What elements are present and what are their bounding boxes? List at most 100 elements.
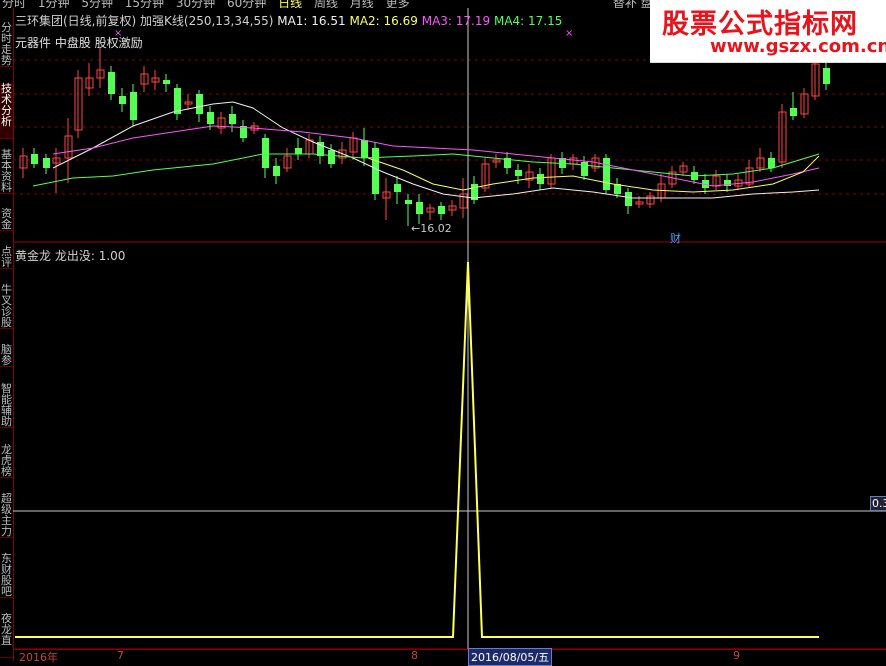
candle-body	[625, 192, 632, 206]
sidebar-item-smart[interactable]: 智能辅助	[0, 383, 13, 428]
sidebar-item-comment[interactable]: 点评	[0, 246, 13, 269]
candle-body	[31, 154, 38, 164]
candle-body	[537, 174, 544, 184]
tab-more[interactable]: 更多	[386, 0, 410, 8]
candle	[525, 164, 534, 188]
candle	[504, 152, 511, 174]
candle	[151, 70, 160, 90]
sidebar-item-tech[interactable]: 技术分析	[0, 83, 13, 139]
low-price-annotation: ←16.02	[411, 222, 452, 235]
ma1-value: MA1: 16.51	[277, 14, 346, 28]
sidebar-item-fenshi[interactable]: 分时走势	[0, 22, 13, 67]
kline-chart[interactable]: × ×	[13, 8, 886, 661]
tab-5min[interactable]: 5分钟	[81, 0, 113, 8]
candle	[734, 174, 743, 190]
candle	[361, 128, 368, 166]
candle	[394, 176, 401, 204]
candle-body	[130, 92, 137, 120]
candle	[569, 154, 578, 170]
chart-header: 三环集团(日线,前复权) 加强K线(250,13,34,55) MA1: 16.…	[15, 12, 562, 29]
ma2-line	[367, 155, 820, 193]
candle	[108, 66, 115, 100]
candle	[712, 170, 721, 190]
candle-body	[328, 150, 335, 164]
sidebar-item-diagnose[interactable]: 牛叉诊股	[0, 284, 13, 329]
candle	[459, 178, 468, 218]
candle	[448, 200, 457, 216]
candle	[229, 106, 236, 132]
sidebar: 分时走势 技术分析 基本资料 资金 点评 牛叉诊股 脑参 智能辅助 龙虎榜 超级…	[0, 8, 14, 661]
indicator-label: 龙出没:	[54, 249, 95, 263]
tab-monthly[interactable]: 月线	[350, 0, 374, 8]
candle-body	[823, 68, 830, 84]
candle	[119, 88, 126, 112]
period-tabs: 分时 1分钟 5分钟 15分钟 30分钟 60分钟 日线 周线 月线 更多	[2, 0, 418, 8]
logo-url: www.gszx.com.cn	[710, 36, 886, 57]
candle	[130, 84, 137, 126]
candle	[603, 154, 610, 194]
indicator-value: 1.00	[98, 249, 126, 263]
candle-body	[361, 140, 368, 158]
candle	[140, 66, 149, 92]
candle-body	[603, 158, 610, 190]
tab-30min[interactable]: 30分钟	[176, 0, 215, 8]
candle	[31, 148, 38, 168]
candle	[691, 166, 698, 184]
sidebar-item-forum[interactable]: 东财股吧	[0, 553, 13, 598]
candle-body	[119, 96, 126, 104]
tab-60min[interactable]: 60分钟	[227, 0, 266, 8]
candle-body	[229, 114, 236, 124]
tab-daily[interactable]: 日线	[278, 0, 302, 8]
tab-15min[interactable]: 15分钟	[125, 0, 164, 8]
candle	[273, 158, 280, 184]
candle	[724, 174, 731, 192]
indicator-header: 黄金龙 龙出没: 1.00	[15, 247, 125, 264]
candle	[471, 176, 478, 204]
candle	[382, 178, 391, 220]
sidebar-item-night[interactable]: 夜龙直	[0, 613, 13, 658]
candle	[800, 88, 809, 118]
date-july: 7	[117, 649, 124, 662]
marker-x: ×	[565, 28, 573, 39]
sidebar-item-ref[interactable]: 脑参	[0, 344, 13, 367]
candle-body	[108, 72, 115, 94]
candle	[416, 194, 423, 224]
candle-body	[174, 88, 181, 114]
candle	[295, 138, 302, 160]
chart-area[interactable]: × × 三环集团(日线,前复权) 加强K线(250,13,34,55) MA1: …	[13, 8, 886, 666]
candle	[537, 168, 544, 190]
tab-1min[interactable]: 1分钟	[38, 0, 70, 8]
candle	[492, 154, 501, 168]
candle	[85, 63, 94, 96]
candle	[625, 188, 632, 214]
candle-body	[394, 184, 401, 192]
finance-marker[interactable]: 财	[670, 230, 681, 246]
candle	[679, 162, 688, 176]
tab-weekly[interactable]: 周线	[314, 0, 338, 8]
sidebar-item-main-force[interactable]: 超级主力	[0, 493, 13, 538]
date-axis: 2016年 7 8 2016/08/05/五 9	[13, 648, 886, 666]
ma3-value: MA3: 17.19	[421, 14, 491, 28]
sidebar-item-dragon[interactable]: 龙虎榜	[0, 444, 13, 478]
date-year: 2016年	[19, 651, 58, 664]
candle	[745, 160, 754, 188]
crosshair-value: 0.3	[870, 496, 886, 511]
candle	[778, 104, 787, 168]
sidebar-item-funds[interactable]: 资金	[0, 208, 13, 231]
candle	[96, 48, 105, 88]
candle-body	[790, 108, 797, 116]
candle	[19, 148, 28, 178]
candle	[64, 118, 73, 183]
candle-body	[262, 138, 269, 168]
candle-body	[581, 162, 588, 176]
site-logo: 股票公式指标网 www.gszx.com.cn	[650, 0, 886, 63]
candle-body	[515, 170, 522, 176]
candle	[547, 154, 556, 188]
candle-body	[196, 94, 203, 114]
date-september: 9	[733, 649, 740, 662]
sidebar-item-profile[interactable]: 基本资料	[0, 149, 13, 194]
ma3-line	[52, 125, 820, 187]
candle	[823, 62, 830, 90]
ma2-value: MA2: 16.69	[349, 14, 418, 28]
tab-fenshi[interactable]: 分时	[2, 0, 26, 8]
